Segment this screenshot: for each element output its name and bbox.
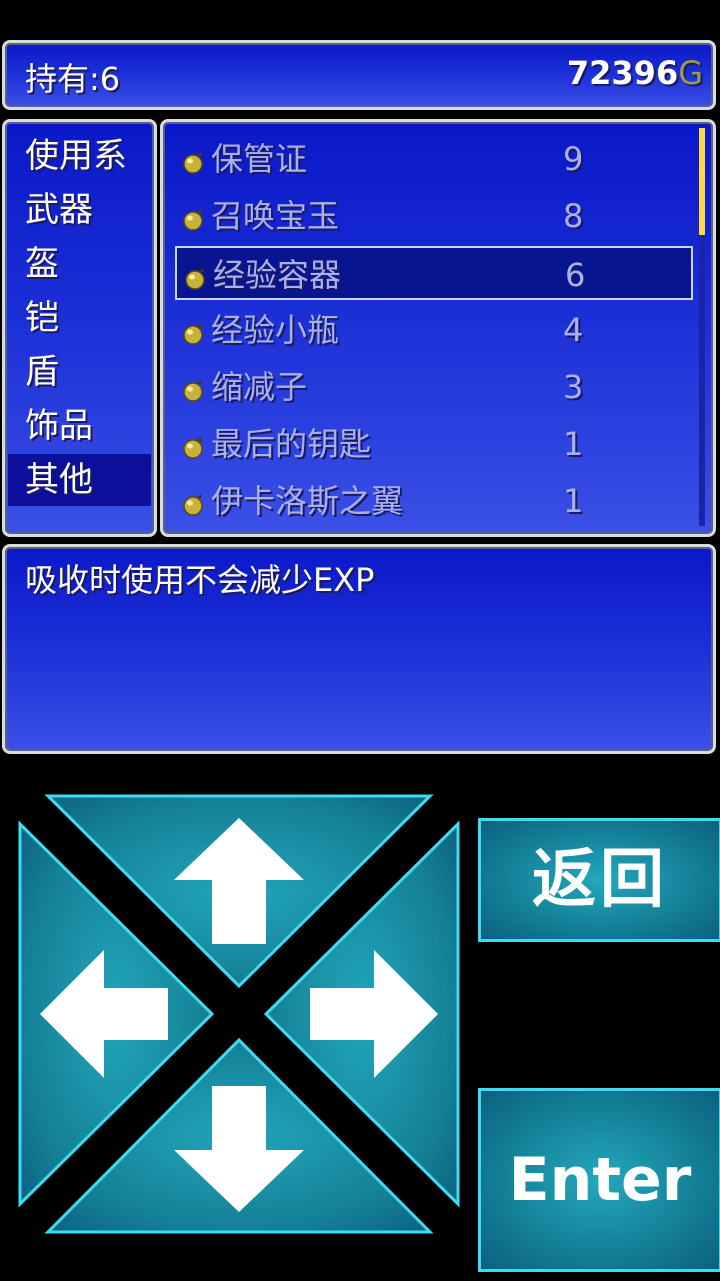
item-count: 3 — [563, 368, 584, 406]
scrollbar-thumb[interactable] — [699, 128, 705, 235]
pouch-icon — [181, 492, 205, 516]
item-row[interactable]: 伊卡洛斯之翼 1 — [175, 474, 693, 528]
category-armor[interactable]: 铠 — [8, 292, 151, 344]
item-row[interactable]: 保管证 9 — [175, 132, 693, 186]
item-description: 吸收时使用不会减少EXP — [25, 561, 375, 599]
item-name: 保管证 — [211, 140, 308, 178]
item-row[interactable]: 召唤宝玉 8 — [175, 189, 693, 243]
category-weapon[interactable]: 武器 — [8, 184, 151, 236]
pouch-icon — [181, 150, 205, 174]
item-count: 4 — [563, 311, 584, 349]
item-row[interactable]: 经验小瓶 4 — [175, 303, 693, 357]
item-name: 经验小瓶 — [211, 311, 340, 349]
gold-amount: 72396G — [567, 54, 703, 92]
item-count: 1 — [563, 482, 584, 520]
description-window: 吸收时使用不会减少EXP — [2, 544, 716, 754]
item-row[interactable]: 缩减子 3 — [175, 360, 693, 414]
item-name: 召唤宝玉 — [211, 197, 340, 235]
dpad — [18, 794, 460, 1234]
pouch-icon — [181, 378, 205, 402]
item-name: 伊卡洛斯之翼 — [211, 482, 404, 520]
enter-button[interactable]: Enter — [478, 1088, 720, 1272]
item-name: 缩减子 — [211, 368, 308, 406]
pouch-icon — [183, 266, 207, 290]
scrollbar[interactable] — [699, 128, 705, 526]
back-button[interactable]: 返回 — [478, 818, 720, 942]
category-helmet[interactable]: 盔 — [8, 238, 151, 290]
held-count: 持有:6 — [25, 60, 121, 98]
gold-unit: G — [678, 54, 703, 92]
item-count: 6 — [565, 256, 586, 294]
category-other[interactable]: 其他 — [8, 454, 151, 506]
category-usable[interactable]: 使用系 — [8, 130, 151, 182]
item-row[interactable]: 最后的钥匙 1 — [175, 417, 693, 471]
category-shield[interactable]: 盾 — [8, 346, 151, 398]
item-name: 最后的钥匙 — [211, 425, 372, 463]
item-count: 9 — [563, 140, 584, 178]
item-name: 经验容器 — [213, 256, 342, 294]
pouch-icon — [181, 321, 205, 345]
item-count: 8 — [563, 197, 584, 235]
item-count: 1 — [563, 425, 584, 463]
item-list-window: 保管证 9 召唤宝玉 8 经验容器 6 经验小瓶 4 缩减子 3 最后的钥匙 1 伊卡洛斯之翼 1 — [160, 119, 716, 537]
pouch-icon — [181, 207, 205, 231]
category-accessory[interactable]: 饰品 — [8, 400, 151, 452]
item-row[interactable]: 经验容器 6 — [175, 246, 693, 300]
category-window: 使用系 武器 盔 铠 盾 饰品 其他 — [2, 119, 157, 537]
pouch-icon — [181, 435, 205, 459]
header-window: 持有:6 72396G — [2, 40, 716, 110]
gold-value: 72396 — [566, 54, 679, 92]
